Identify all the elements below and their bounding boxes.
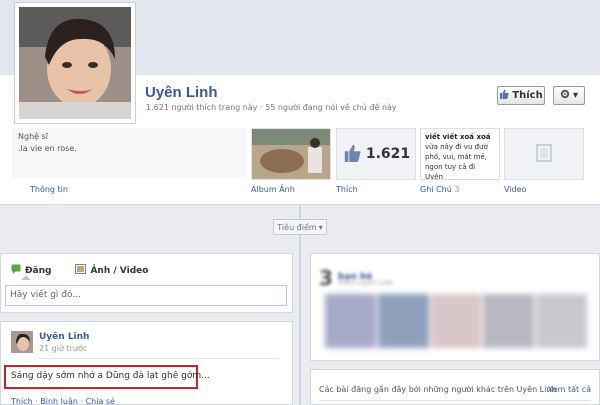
- notes-preview-title: viết viết xoá xoá: [425, 133, 491, 141]
- post-time[interactable]: 21 giờ trước: [39, 344, 87, 353]
- status-input[interactable]: Hãy viết gì đó...: [5, 285, 287, 306]
- video-box[interactable]: [504, 128, 584, 180]
- status-icon: [11, 264, 21, 277]
- about-box: Nghệ sĩ .la vie en rose.: [12, 128, 246, 178]
- album-thumbnail[interactable]: [251, 128, 331, 180]
- thumbs-up-icon: [499, 89, 509, 102]
- see-all-link[interactable]: Xem tất cả: [548, 385, 591, 394]
- like-page-button[interactable]: Thích: [497, 86, 545, 105]
- notes-label-text: Ghi Chú: [420, 185, 452, 194]
- likes-box[interactable]: 1.621: [336, 128, 416, 180]
- film-icon: [536, 143, 552, 165]
- notes-preview-line: vừa nãy đi vu đườ: [425, 143, 488, 151]
- friends-subtitle: Thích Uyên Linh: [337, 279, 394, 287]
- notes-preview-line: ngon tuy cả đi Uyên: [425, 163, 476, 180]
- recent-posts-heading: Các bài đăng gần đây bởi những người khá…: [319, 385, 557, 394]
- focus-label: Tiêu điểm: [277, 222, 317, 232]
- video-label[interactable]: Video: [504, 185, 526, 194]
- friends-card: 3 bạn bè Thích Uyên Linh: [310, 253, 600, 361]
- recent-posts-card: Các bài đăng gần đây bởi những người khá…: [310, 369, 600, 405]
- category-label: Nghệ sĩ: [18, 132, 48, 141]
- like-button-label: Thích: [512, 90, 543, 101]
- timeline-spine: [299, 205, 301, 405]
- chevron-down-icon: ▾: [318, 222, 323, 232]
- post-divider: [39, 358, 279, 359]
- profile-picture[interactable]: [14, 2, 136, 124]
- tab-photo-video[interactable]: Ảnh / Video: [75, 264, 148, 277]
- likes-label[interactable]: Thích: [336, 185, 358, 194]
- notes-label[interactable]: Ghi Chú 3: [420, 185, 459, 194]
- page-name[interactable]: Uyên Linh: [145, 84, 218, 101]
- timeline-post: Uyên Linh 21 giờ trước Sáng dậy sớm nhớ …: [0, 321, 293, 405]
- composer-arrow: [21, 275, 31, 280]
- notes-box[interactable]: viết viết xoá xoá vừa nãy đi vu đườ phố,…: [420, 128, 500, 180]
- friends-count: 3: [319, 266, 333, 290]
- avatar-photo: [19, 7, 131, 119]
- post-composer: Đăng Ảnh / Video Hãy viết gì đó...: [0, 253, 293, 313]
- timeline-filter-dropdown[interactable]: Tiêu điểm ▾: [273, 219, 327, 235]
- notes-count: 3: [454, 185, 460, 194]
- recent-divider: [319, 400, 591, 401]
- chevron-down-icon: ▾: [572, 90, 579, 101]
- about-text: .la vie en rose.: [18, 144, 77, 153]
- post-text: Sáng dậy sớm nhớ a Dũng đà lạt ghê gớm..…: [4, 365, 210, 389]
- post-author[interactable]: Uyên Linh: [39, 332, 89, 342]
- friends-photos[interactable]: [325, 294, 587, 348]
- tab-photo-label: Ảnh / Video: [90, 265, 149, 276]
- notes-preview-line: phố, vui, mát mẻ,: [425, 153, 488, 161]
- album-photo: [252, 129, 330, 179]
- page-stats: 1.621 người thích trang này · 55 người đ…: [146, 103, 397, 112]
- likes-count: 1.621: [365, 146, 411, 162]
- thumbs-up-icon: [342, 144, 362, 165]
- about-link[interactable]: Thông tin: [30, 185, 68, 194]
- album-label[interactable]: Album Ảnh: [251, 185, 295, 194]
- post-actions[interactable]: Thích · Bình luận · Chia sẻ: [11, 397, 115, 405]
- tab-status[interactable]: Đăng: [11, 264, 51, 277]
- tab-status-label: Đăng: [25, 265, 52, 276]
- avatar[interactable]: [11, 331, 33, 353]
- photo-icon: [75, 264, 87, 277]
- gear-icon: [560, 89, 570, 102]
- settings-menu-button[interactable]: ▾: [553, 86, 585, 105]
